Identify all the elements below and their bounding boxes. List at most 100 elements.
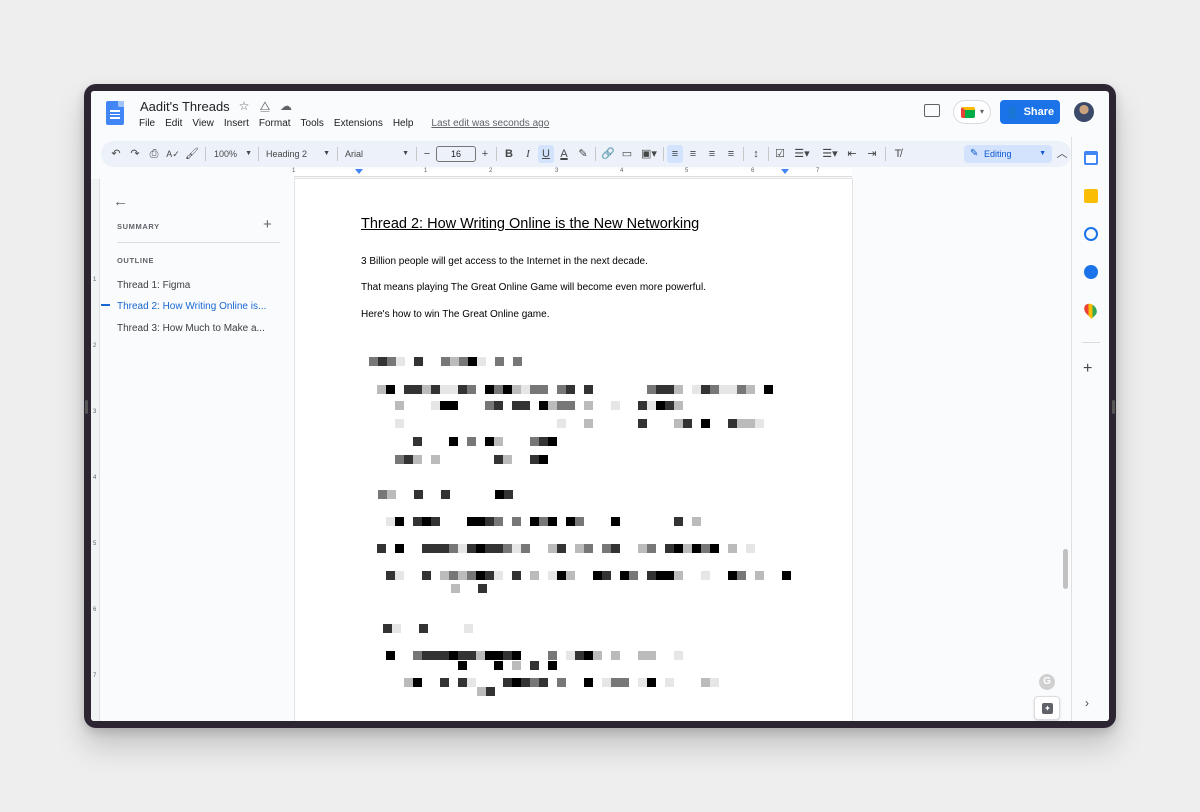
menu-tools[interactable]: Tools <box>301 118 324 129</box>
toolbar-divider <box>416 147 417 161</box>
outline-item-thread-2[interactable]: Thread 2: How Writing Online is... <box>117 301 282 312</box>
tasks-icon[interactable] <box>1084 227 1098 241</box>
back-arrow-icon[interactable]: ← <box>113 193 128 210</box>
pixel-block <box>701 419 710 428</box>
pixel-block <box>392 624 401 633</box>
pixel-block <box>386 571 395 580</box>
align-center-icon[interactable]: ≡ <box>686 141 700 167</box>
pixel-block <box>548 661 557 670</box>
paragraph[interactable]: That means playing The Great Online Game… <box>361 282 706 293</box>
pixel-block <box>674 544 683 553</box>
font-size-input[interactable]: 16 <box>436 146 476 162</box>
docs-logo-icon[interactable] <box>106 101 124 125</box>
decrease-font-size-button[interactable]: − <box>421 141 433 167</box>
paragraph[interactable]: Here's how to win The Great Online game. <box>361 309 549 320</box>
document-heading[interactable]: Thread 2: How Writing Online is the New … <box>361 216 699 232</box>
undo-icon[interactable]: ↶ <box>109 141 123 167</box>
editing-mode-select[interactable]: ✎ Editing ▼ <box>964 145 1052 163</box>
menu-insert[interactable]: Insert <box>224 118 249 129</box>
right-indent-marker[interactable] <box>781 169 789 174</box>
line-spacing-icon[interactable]: ↕ <box>749 141 763 167</box>
pixel-block <box>548 651 557 660</box>
keep-icon[interactable] <box>1084 189 1098 203</box>
add-comment-icon[interactable]: ▭ <box>620 141 634 167</box>
star-icon[interactable]: ☆ <box>237 99 251 114</box>
pixel-block <box>467 571 476 580</box>
paint-format-icon[interactable]: 🖌 <box>185 141 199 167</box>
pixel-block <box>638 544 647 553</box>
link-icon[interactable]: 🔗 <box>601 141 615 167</box>
toolbar-divider <box>205 147 206 161</box>
hide-menus-icon[interactable]: ︿ <box>1055 141 1069 167</box>
underline-icon[interactable]: U <box>538 145 554 163</box>
contacts-icon[interactable] <box>1084 265 1098 279</box>
zoom-select[interactable]: 100% ▼ <box>214 144 252 164</box>
italic-icon[interactable]: I <box>521 141 535 167</box>
pixel-block <box>521 385 530 394</box>
redo-icon[interactable]: ↷ <box>128 141 142 167</box>
menu-extensions[interactable]: Extensions <box>334 118 383 129</box>
cloud-status-icon[interactable]: ☁ <box>279 99 293 114</box>
menu-format[interactable]: Format <box>259 118 291 129</box>
move-to-drive-icon[interactable]: ⧋ <box>258 99 272 114</box>
pixel-block <box>503 651 512 660</box>
menu-view[interactable]: View <box>192 118 214 129</box>
pixel-block <box>530 678 539 687</box>
text-color-icon[interactable]: A <box>557 141 571 167</box>
clear-formatting-icon[interactable]: T̸ <box>891 141 905 167</box>
increase-font-size-button[interactable]: + <box>479 141 491 167</box>
outline-item-thread-3[interactable]: Thread 3: How Much to Make a... <box>117 323 282 334</box>
document-page[interactable]: Thread 2: How Writing Online is the New … <box>295 179 852 721</box>
pixel-block <box>746 544 755 553</box>
share-button[interactable]: 👤 Share <box>1000 100 1060 124</box>
bold-icon[interactable]: B <box>502 141 516 167</box>
pixel-block <box>611 544 620 553</box>
comment-history-icon[interactable] <box>924 104 940 117</box>
grammarly-icon[interactable]: G <box>1039 674 1055 690</box>
spellcheck-icon[interactable]: A✓ <box>166 141 180 167</box>
pixel-block <box>701 385 710 394</box>
maps-icon[interactable] <box>1081 301 1100 319</box>
avatar[interactable] <box>1074 102 1094 122</box>
style-select[interactable]: Heading 2 ▼ <box>266 144 330 164</box>
font-select[interactable]: Arial ▼ <box>345 144 409 164</box>
pencil-icon: ✎ <box>970 148 979 159</box>
pixel-block <box>494 544 503 553</box>
frame-notch-right <box>1112 400 1115 414</box>
bulleted-list-icon[interactable]: ☰▾ <box>791 141 813 167</box>
calendar-icon[interactable] <box>1084 151 1098 165</box>
print-icon[interactable]: ⎙ <box>147 141 161 167</box>
increase-indent-icon[interactable]: ⇥ <box>865 141 879 167</box>
pixel-block <box>611 517 620 526</box>
menu-file[interactable]: File <box>139 118 155 129</box>
menu-help[interactable]: Help <box>393 118 414 129</box>
chevron-right-icon[interactable]: › <box>1085 696 1089 710</box>
pixel-block <box>539 401 548 410</box>
add-summary-icon[interactable]: + <box>263 216 272 233</box>
vertical-scrollbar[interactable] <box>1063 549 1068 589</box>
checklist-icon[interactable]: ☑ <box>773 141 787 167</box>
justify-icon[interactable]: ≡ <box>724 141 738 167</box>
pixel-block <box>584 385 593 394</box>
align-right-icon[interactable]: ≡ <box>705 141 719 167</box>
last-edit-link[interactable]: Last edit was seconds ago <box>431 118 549 129</box>
left-indent-marker[interactable] <box>355 169 363 174</box>
outline-item-thread-1[interactable]: Thread 1: Figma <box>117 280 282 291</box>
meet-button[interactable]: ▾ <box>953 100 991 124</box>
pixel-block <box>701 571 710 580</box>
pixel-block <box>530 571 539 580</box>
align-left-icon[interactable]: ≡ <box>667 145 683 163</box>
document-title[interactable]: Aadit's Threads <box>140 99 230 114</box>
decrease-indent-icon[interactable]: ⇤ <box>845 141 859 167</box>
ruler-number: 5 <box>93 541 97 547</box>
insert-image-icon[interactable]: ▣▾ <box>639 141 659 167</box>
pixel-block <box>665 401 674 410</box>
numbered-list-icon[interactable]: ☰▾ <box>819 141 841 167</box>
explore-button[interactable]: ✦ <box>1034 696 1060 720</box>
pixel-block <box>413 517 422 526</box>
menu-edit[interactable]: Edit <box>165 118 182 129</box>
title-bar: Aadit's Threads ☆ ⧋ ☁ File Edit View Ins… <box>91 91 1094 137</box>
add-addon-icon[interactable]: + <box>1083 360 1092 378</box>
paragraph[interactable]: 3 Billion people will get access to the … <box>361 256 648 267</box>
highlight-icon[interactable]: ✎ <box>576 141 590 167</box>
